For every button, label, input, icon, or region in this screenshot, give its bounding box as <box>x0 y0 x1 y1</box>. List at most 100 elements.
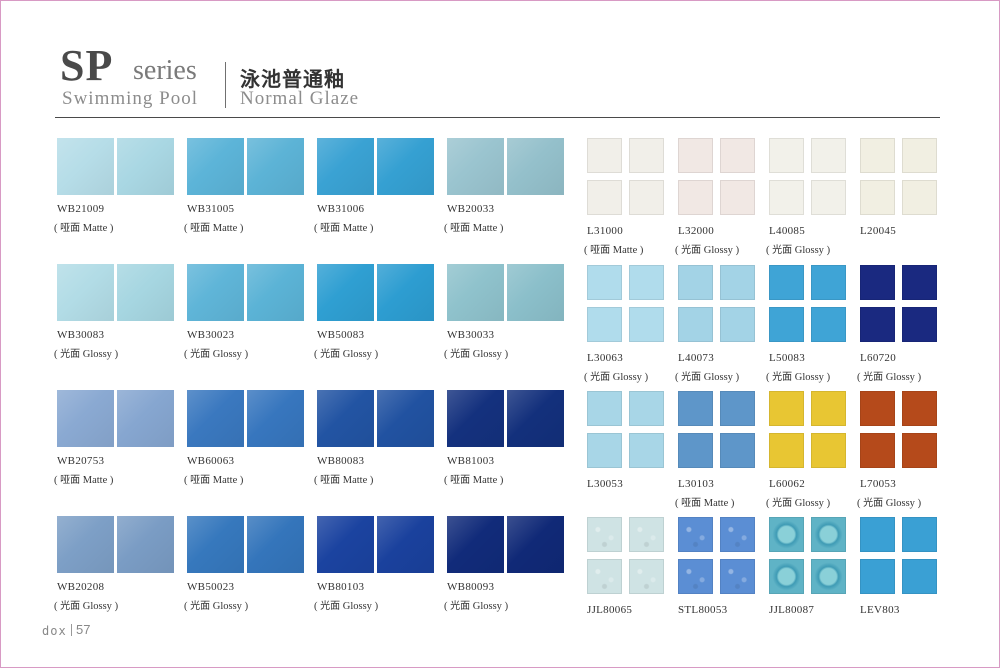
finish-en: Glossy <box>210 349 242 360</box>
tile-code: WB80103 <box>317 581 365 593</box>
tile-swatch <box>247 138 304 195</box>
tile-code: WB50083 <box>317 329 365 341</box>
finish-en: Glossy <box>610 372 642 383</box>
finish-cn: 光面 <box>320 349 341 360</box>
tile-swatch <box>57 264 114 321</box>
tile-swatch <box>811 517 846 552</box>
finish-en: Glossy <box>80 349 112 360</box>
tile-swatch <box>117 390 174 447</box>
tile-gloss <box>247 516 304 573</box>
tile-swatch <box>902 559 937 594</box>
finish-en: Matte <box>340 475 368 486</box>
tile-code: WB31005 <box>187 203 235 215</box>
tile-swatch <box>720 138 755 173</box>
header-rule <box>55 117 940 118</box>
tile-gloss <box>117 516 174 573</box>
tile-swatch <box>629 517 664 552</box>
title-divider <box>225 62 226 108</box>
finish-en: Matte <box>610 245 638 256</box>
tile-gloss <box>57 264 114 321</box>
tile-finish: ( 光面 Glossy ) <box>675 245 740 256</box>
tile-code: L30053 <box>587 478 624 490</box>
tile-swatch <box>769 517 804 552</box>
tile-swatch <box>187 264 244 321</box>
tile-swatch <box>447 390 504 447</box>
tile-gloss <box>117 138 174 195</box>
tile-code: L32000 <box>678 225 715 237</box>
tile-finish: ( 光面 Glossy ) <box>857 498 922 509</box>
tile-swatch <box>447 264 504 321</box>
tile-swatch <box>811 138 846 173</box>
footer-divider <box>71 624 72 636</box>
tile-swatch <box>587 391 622 426</box>
tile-finish: ( 哑面 Matte ) <box>54 475 114 486</box>
tile-finish: ( 哑面 Matte ) <box>314 223 374 234</box>
tile-swatch <box>902 138 937 173</box>
finish-cn: 光面 <box>681 245 702 256</box>
tile-swatch <box>902 433 937 468</box>
tile-swatch <box>860 559 895 594</box>
tile-swatch <box>678 559 713 594</box>
finish-cn: 光面 <box>863 498 884 509</box>
finish-cn: 光面 <box>772 372 793 383</box>
tile-swatch <box>860 433 895 468</box>
tile-code: L50083 <box>769 352 806 364</box>
finish-cn: 光面 <box>60 601 81 612</box>
tile-finish: ( 哑面 Matte ) <box>444 223 504 234</box>
tile-swatch <box>447 138 504 195</box>
tile-swatch <box>811 559 846 594</box>
tile-gloss <box>507 138 564 195</box>
tile-swatch <box>317 264 374 321</box>
tile-swatch <box>811 433 846 468</box>
tile-code: L30103 <box>678 478 715 490</box>
tile-swatch <box>860 517 895 552</box>
tile-swatch <box>629 433 664 468</box>
tile-finish: ( 光面 Glossy ) <box>444 349 509 360</box>
tile-gloss <box>377 138 434 195</box>
tile-code: WB60063 <box>187 455 235 467</box>
tile-code: L40073 <box>678 352 715 364</box>
tile-code: WB30023 <box>187 329 235 341</box>
tile-swatch <box>902 391 937 426</box>
tile-swatch <box>187 516 244 573</box>
tile-gloss <box>187 516 244 573</box>
tile-code: STL80053 <box>678 604 728 616</box>
tile-code: L70053 <box>860 478 897 490</box>
tile-swatch <box>720 517 755 552</box>
tile-code: WB30033 <box>447 329 495 341</box>
tile-swatch <box>317 516 374 573</box>
tile-code: WB30083 <box>57 329 105 341</box>
tile-swatch <box>902 307 937 342</box>
tile-swatch <box>629 265 664 300</box>
tile-swatch <box>377 138 434 195</box>
tile-code: JJL80065 <box>587 604 633 616</box>
finish-en: Glossy <box>701 245 733 256</box>
tile-swatch <box>587 517 622 552</box>
tile-swatch <box>507 516 564 573</box>
tile-swatch <box>720 433 755 468</box>
tile-code: L20045 <box>860 225 897 237</box>
tile-gloss <box>57 138 114 195</box>
tile-finish: ( 哑面 Matte ) <box>184 475 244 486</box>
tile-swatch <box>629 138 664 173</box>
tile-swatch <box>587 138 622 173</box>
finish-cn: 哑面 <box>190 223 211 234</box>
tile-swatch <box>507 264 564 321</box>
tile-gloss <box>247 264 304 321</box>
finish-cn: 光面 <box>681 372 702 383</box>
tile-swatch <box>769 391 804 426</box>
tile-swatch <box>902 180 937 215</box>
tile-swatch <box>769 307 804 342</box>
tile-swatch <box>720 391 755 426</box>
tile-swatch <box>247 516 304 573</box>
tile-gloss <box>187 138 244 195</box>
tile-gloss <box>247 390 304 447</box>
tile-swatch <box>57 138 114 195</box>
finish-en: Matte <box>470 475 498 486</box>
tile-gloss <box>377 264 434 321</box>
series-word: series <box>133 55 197 86</box>
tile-swatch <box>377 264 434 321</box>
tile-swatch <box>629 391 664 426</box>
finish-cn: 光面 <box>320 601 341 612</box>
finish-cn: 哑面 <box>590 245 611 256</box>
